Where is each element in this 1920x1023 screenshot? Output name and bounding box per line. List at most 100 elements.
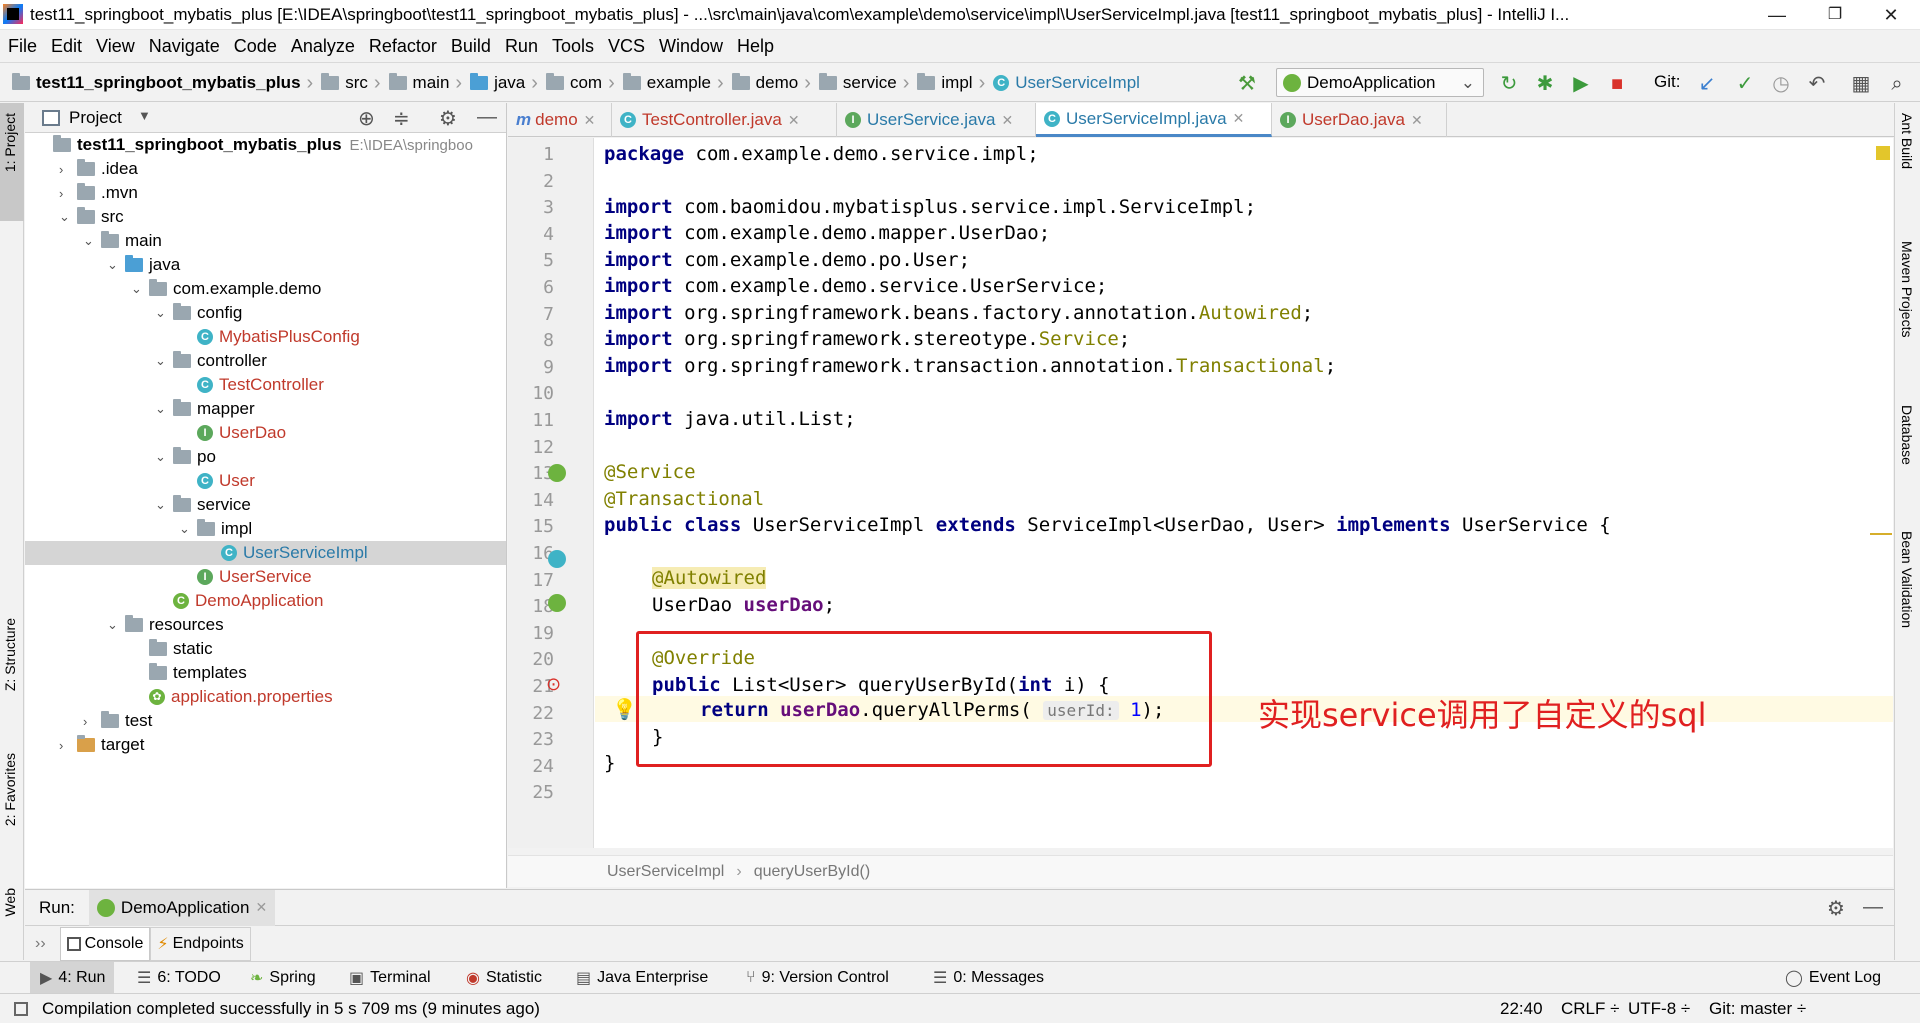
menu-edit[interactable]: Edit bbox=[51, 31, 82, 61]
menu-file[interactable]: File bbox=[8, 31, 37, 61]
tree-node[interactable]: I UserDao bbox=[25, 421, 506, 445]
editor-crumb-method[interactable]: queryUserById() bbox=[754, 863, 870, 881]
intention-bulb-icon[interactable]: 💡 bbox=[612, 697, 637, 722]
override-gutter-icon[interactable]: ⊙ bbox=[546, 674, 561, 695]
tree-node[interactable]: ⌄ com.example.demo bbox=[25, 277, 506, 301]
tab-userdao[interactable]: I UserDao.java ✕ bbox=[1272, 103, 1447, 137]
chevron-right-icon[interactable]: › bbox=[59, 162, 77, 177]
tree-node[interactable]: › .idea bbox=[25, 157, 506, 181]
close-tab-icon[interactable]: ✕ bbox=[788, 112, 800, 129]
menu-tools[interactable]: Tools bbox=[552, 31, 594, 61]
tool-tab-ant-build[interactable]: Ant Build bbox=[1899, 113, 1915, 169]
git-branch[interactable]: Git: master ÷ bbox=[1709, 999, 1806, 1019]
tree-node[interactable]: ⌄ mapper bbox=[25, 397, 506, 421]
breadcrumb-example[interactable]: example bbox=[647, 73, 711, 93]
tool-tab-bean-validation[interactable]: Bean Validation bbox=[1899, 531, 1915, 628]
tab-userservice[interactable]: I UserService.java ✕ bbox=[837, 103, 1036, 137]
menu-view[interactable]: View bbox=[96, 31, 135, 61]
tool-tab-spring[interactable]: ❧ Spring bbox=[250, 962, 316, 994]
tool-tab-maven[interactable]: Maven Projects bbox=[1899, 241, 1915, 337]
run-config-dropdown[interactable]: DemoApplication ⌄ bbox=[1276, 68, 1484, 97]
build-hammer-icon[interactable]: ⚒ bbox=[1236, 73, 1258, 95]
git-commit-icon[interactable]: ✓ bbox=[1734, 73, 1756, 95]
breadcrumb-service[interactable]: service bbox=[843, 73, 897, 93]
tool-tab-run[interactable]: ▶ 4: Run bbox=[30, 962, 114, 994]
tree-node[interactable]: › test bbox=[25, 709, 506, 733]
menu-navigate[interactable]: Navigate bbox=[149, 31, 220, 61]
breadcrumb-class[interactable]: UserServiceImpl bbox=[1015, 73, 1140, 93]
rerun-icon[interactable]: ↻ bbox=[1498, 73, 1520, 95]
breadcrumb-demo[interactable]: demo bbox=[756, 73, 799, 93]
minimize-button[interactable]: — bbox=[1748, 0, 1806, 30]
tree-node[interactable]: ⌄ java bbox=[25, 253, 506, 277]
git-history-icon[interactable]: ◷ bbox=[1770, 73, 1792, 95]
close-tab-icon[interactable]: ✕ bbox=[1233, 110, 1245, 127]
spring-bean-gutter-icon[interactable] bbox=[548, 550, 566, 568]
tree-node[interactable]: ⌄ controller bbox=[25, 349, 506, 373]
chevron-down-icon[interactable]: ⌄ bbox=[155, 401, 173, 417]
menu-help[interactable]: Help bbox=[737, 31, 774, 61]
tool-tab-version-control[interactable]: ⑂ 9: Version Control bbox=[746, 962, 889, 994]
chevron-down-icon[interactable]: ⌄ bbox=[83, 233, 101, 249]
chevron-down-icon[interactable]: ⌄ bbox=[155, 353, 173, 369]
tool-tab-favorites[interactable]: 2: Favorites bbox=[2, 753, 18, 826]
tree-node[interactable]: test11_springboot_mybatis_plus E:\IDEA\sp… bbox=[25, 133, 506, 157]
menu-vcs[interactable]: VCS bbox=[608, 31, 645, 61]
chevron-right-icon[interactable]: › bbox=[59, 738, 77, 753]
breadcrumb-main[interactable]: main bbox=[413, 73, 450, 93]
chevron-down-icon[interactable]: ⌄ bbox=[131, 281, 149, 297]
tree-node[interactable]: ⌄ resources bbox=[25, 613, 506, 637]
tree-node[interactable]: C UserServiceImpl bbox=[25, 541, 506, 565]
spring-bean-gutter-icon[interactable] bbox=[548, 464, 566, 482]
tree-node[interactable]: ⌄ po bbox=[25, 445, 506, 469]
expand-icon[interactable]: ›› bbox=[35, 935, 46, 953]
tree-node[interactable]: › .mvn bbox=[25, 181, 506, 205]
settings-gear-icon[interactable]: ⚙ bbox=[439, 106, 457, 131]
menu-window[interactable]: Window bbox=[659, 31, 723, 61]
view-dropdown-icon[interactable]: ▼ bbox=[138, 108, 151, 123]
breadcrumb-project[interactable]: test11_springboot_mybatis_plus bbox=[36, 73, 301, 93]
tree-node[interactable]: C User bbox=[25, 469, 506, 493]
breadcrumb-com[interactable]: com bbox=[570, 73, 602, 93]
tree-node[interactable]: › target bbox=[25, 733, 506, 757]
warning-stripe-marker[interactable] bbox=[1870, 533, 1892, 535]
close-tab-icon[interactable]: ✕ bbox=[1002, 112, 1014, 129]
chevron-down-icon[interactable]: ⌄ bbox=[107, 257, 125, 273]
collapse-all-icon[interactable]: ≑ bbox=[393, 106, 410, 131]
chevron-down-icon[interactable]: ⌄ bbox=[179, 521, 197, 537]
console-tab[interactable]: Console bbox=[59, 927, 151, 961]
run-coverage-icon[interactable]: ▶ bbox=[1570, 73, 1592, 95]
breadcrumb-src[interactable]: src bbox=[345, 73, 368, 93]
tab-userserviceimpl[interactable]: C UserServiceImpl.java ✕ bbox=[1036, 103, 1272, 137]
tree-node[interactable]: C TestController bbox=[25, 373, 506, 397]
tool-tab-event-log[interactable]: ◯ Event Log bbox=[1785, 962, 1881, 994]
tab-testcontroller[interactable]: C TestController.java ✕ bbox=[612, 103, 837, 137]
tree-node[interactable]: ✿ application.properties bbox=[25, 685, 506, 709]
menu-refactor[interactable]: Refactor bbox=[369, 31, 437, 61]
restore-button[interactable]: ❐ bbox=[1806, 0, 1864, 30]
tree-node[interactable]: static bbox=[25, 637, 506, 661]
editor-crumb-class[interactable]: UserServiceImpl bbox=[607, 863, 724, 881]
tool-tab-todo[interactable]: ☰ 6: TODO bbox=[137, 962, 221, 994]
tool-tab-terminal[interactable]: ▣ Terminal bbox=[349, 962, 431, 994]
tree-node[interactable]: I UserService bbox=[25, 565, 506, 589]
stop-icon[interactable]: ■ bbox=[1606, 73, 1628, 95]
tab-demo[interactable]: m demo ✕ bbox=[508, 103, 612, 137]
endpoints-tab[interactable]: ⚡ Endpoints bbox=[150, 927, 251, 961]
tree-node[interactable]: templates bbox=[25, 661, 506, 685]
locate-icon[interactable]: ⊕ bbox=[358, 106, 375, 131]
breadcrumb-java[interactable]: java bbox=[494, 73, 525, 93]
chevron-down-icon[interactable]: ⌄ bbox=[59, 209, 77, 225]
menu-code[interactable]: Code bbox=[234, 31, 277, 61]
tree-node[interactable]: ⌄ main bbox=[25, 229, 506, 253]
search-everywhere-icon[interactable]: ⌕ bbox=[1886, 73, 1908, 95]
tree-node[interactable]: ⌄ service bbox=[25, 493, 506, 517]
run-config-tab[interactable]: DemoApplication ✕ bbox=[88, 889, 276, 926]
caret-position[interactable]: 22:40 bbox=[1500, 999, 1543, 1019]
project-panel-title[interactable]: Project bbox=[69, 108, 122, 128]
status-panel-toggle-icon[interactable] bbox=[14, 1002, 28, 1016]
chevron-down-icon[interactable]: ⌄ bbox=[155, 497, 173, 513]
tree-node[interactable]: ⌄ src bbox=[25, 205, 506, 229]
tree-node[interactable]: ⌄ impl bbox=[25, 517, 506, 541]
tool-tab-web[interactable]: Web bbox=[2, 888, 18, 917]
